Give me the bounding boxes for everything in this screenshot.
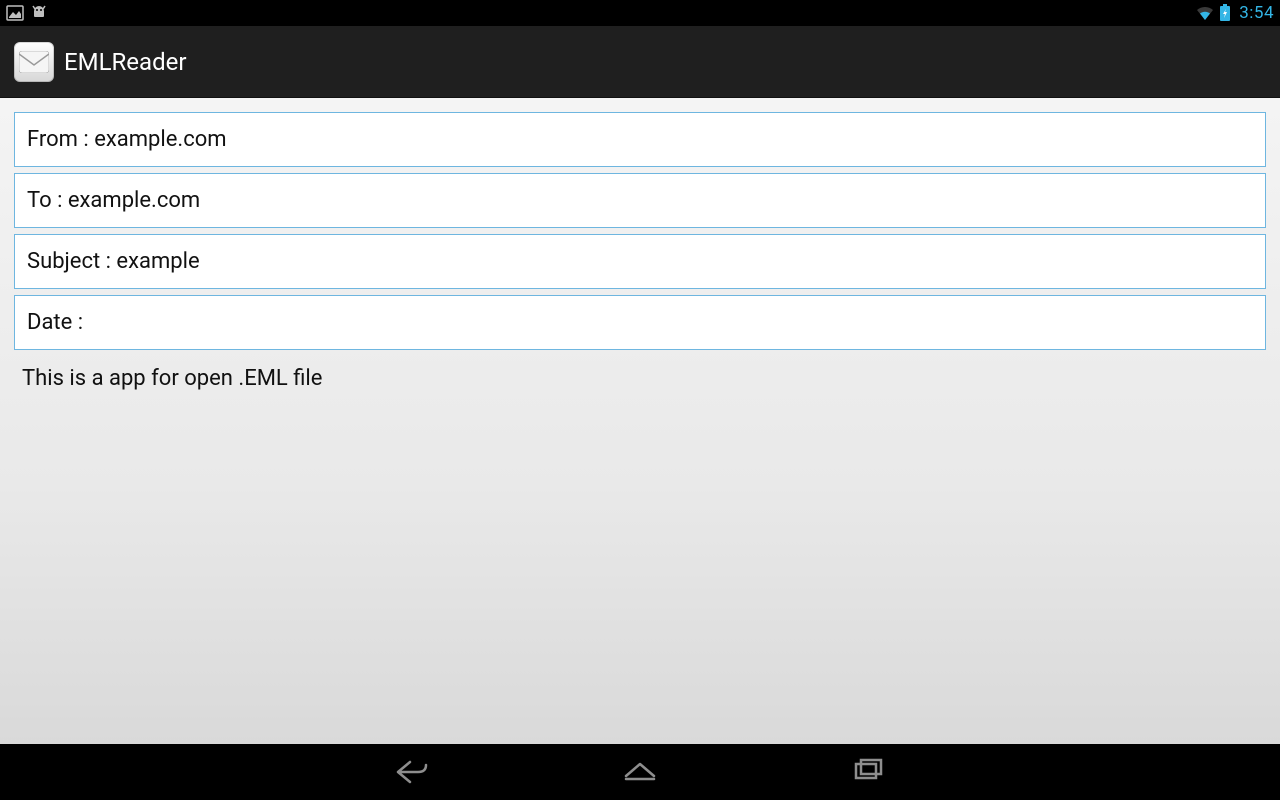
from-field: From : example.com [14,112,1266,167]
to-field: To : example.com [14,173,1266,228]
recents-button[interactable] [844,752,892,792]
back-button[interactable] [388,752,436,792]
app-envelope-icon [14,42,54,82]
action-bar: EMLReader [0,26,1280,98]
content-area: From : example.com To : example.com Subj… [0,98,1280,744]
subject-field: Subject : example [14,234,1266,289]
navigation-bar [0,744,1280,800]
status-bar: 3:54 [0,0,1280,26]
wifi-icon [1195,5,1215,21]
message-body: This is a app for open .EML file [14,356,1266,401]
battery-charging-icon [1219,4,1231,22]
app-title: EMLReader [64,48,186,76]
home-button[interactable] [616,752,664,792]
date-field: Date : [14,295,1266,350]
image-icon [6,5,24,21]
android-icon [30,5,48,21]
status-clock: 3:54 [1239,3,1274,23]
